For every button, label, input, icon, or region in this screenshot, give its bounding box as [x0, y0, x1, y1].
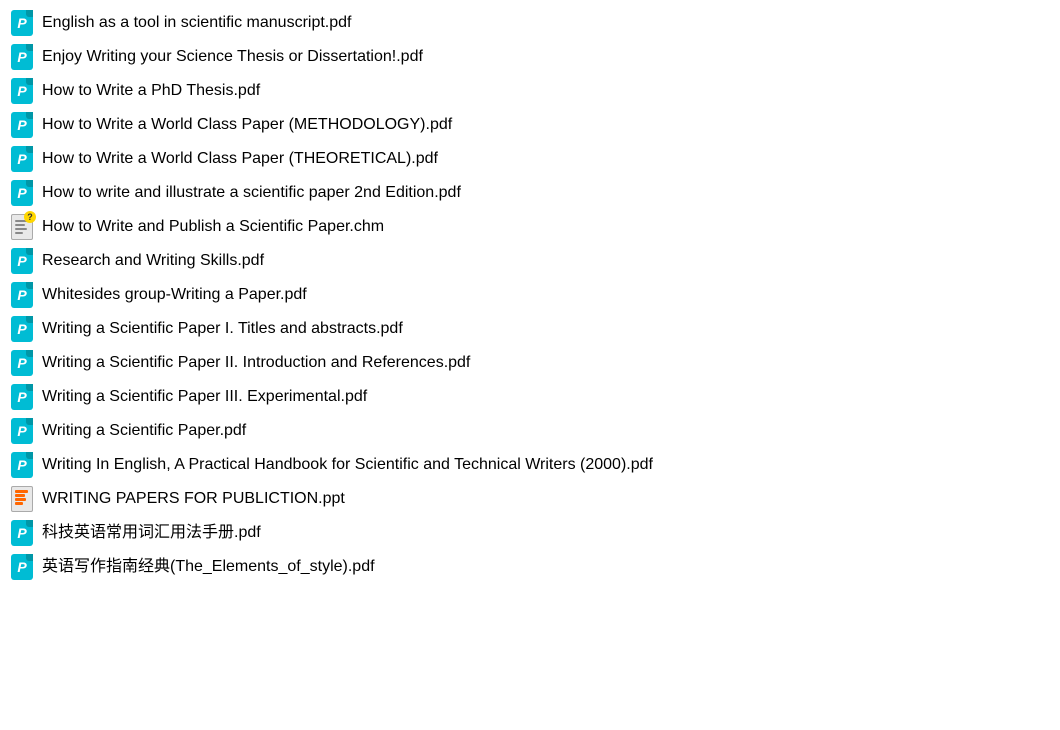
- pdf-icon: P: [8, 315, 36, 343]
- pdf-icon: P: [8, 281, 36, 309]
- pdf-icon: P: [8, 247, 36, 275]
- pdf-icon: P: [8, 111, 36, 139]
- list-item[interactable]: P Writing a Scientific Paper II. Introdu…: [0, 346, 1060, 380]
- pdf-icon: P: [8, 77, 36, 105]
- pdf-icon: P: [8, 553, 36, 581]
- pdf-icon: P: [8, 43, 36, 71]
- list-item[interactable]: P Writing a Scientific Paper III. Experi…: [0, 380, 1060, 414]
- list-item[interactable]: P Research and Writing Skills.pdf: [0, 244, 1060, 278]
- file-name: Writing In English, A Practical Handbook…: [42, 452, 653, 478]
- file-name: Writing a Scientific Paper.pdf: [42, 418, 246, 444]
- file-name: Writing a Scientific Paper II. Introduct…: [42, 350, 470, 376]
- file-name: Writing a Scientific Paper III. Experime…: [42, 384, 367, 410]
- file-name: Research and Writing Skills.pdf: [42, 248, 264, 274]
- pdf-icon: P: [8, 383, 36, 411]
- list-item[interactable]: P 科技英语常用词汇用法手册.pdf: [0, 516, 1060, 550]
- file-name: WRITING PAPERS FOR PUBLICTION.ppt: [42, 486, 345, 512]
- pdf-icon: P: [8, 519, 36, 547]
- list-item[interactable]: P Whitesides group-Writing a Paper.pdf: [0, 278, 1060, 312]
- file-name: Writing a Scientific Paper I. Titles and…: [42, 316, 403, 342]
- pdf-icon: P: [8, 349, 36, 377]
- list-item[interactable]: P Writing In English, A Practical Handbo…: [0, 448, 1060, 482]
- chm-icon: ?: [8, 213, 36, 241]
- list-item[interactable]: P How to Write a World Class Paper (METH…: [0, 108, 1060, 142]
- list-item[interactable]: P How to Write a PhD Thesis.pdf: [0, 74, 1060, 108]
- file-name: Whitesides group-Writing a Paper.pdf: [42, 282, 307, 308]
- file-name: How to Write a World Class Paper (THEORE…: [42, 146, 438, 172]
- pdf-icon: P: [8, 417, 36, 445]
- pdf-icon: P: [8, 145, 36, 173]
- file-name: How to Write a PhD Thesis.pdf: [42, 78, 260, 104]
- list-item[interactable]: P English as a tool in scientific manusc…: [0, 6, 1060, 40]
- pdf-icon: P: [8, 9, 36, 37]
- list-item[interactable]: P 英语写作指南经典(The_Elements_of_style).pdf: [0, 550, 1060, 584]
- file-name: English as a tool in scientific manuscri…: [42, 10, 351, 36]
- file-name: 英语写作指南经典(The_Elements_of_style).pdf: [42, 554, 375, 580]
- list-item[interactable]: WRITING PAPERS FOR PUBLICTION.ppt: [0, 482, 1060, 516]
- pdf-icon: P: [8, 451, 36, 479]
- list-item[interactable]: P Writing a Scientific Paper I. Titles a…: [0, 312, 1060, 346]
- file-name: How to write and illustrate a scientific…: [42, 180, 461, 206]
- file-list: P English as a tool in scientific manusc…: [0, 6, 1060, 584]
- file-name: 科技英语常用词汇用法手册.pdf: [42, 520, 261, 546]
- list-item[interactable]: P Writing a Scientific Paper.pdf: [0, 414, 1060, 448]
- list-item[interactable]: ? How to Write and Publish a Scientific …: [0, 210, 1060, 244]
- file-name: How to Write and Publish a Scientific Pa…: [42, 214, 384, 240]
- file-name: Enjoy Writing your Science Thesis or Dis…: [42, 44, 423, 70]
- list-item[interactable]: P How to Write a World Class Paper (THEO…: [0, 142, 1060, 176]
- list-item[interactable]: P How to write and illustrate a scientif…: [0, 176, 1060, 210]
- pdf-icon: P: [8, 179, 36, 207]
- file-name: How to Write a World Class Paper (METHOD…: [42, 112, 452, 138]
- list-item[interactable]: P Enjoy Writing your Science Thesis or D…: [0, 40, 1060, 74]
- ppt-icon: [8, 485, 36, 513]
